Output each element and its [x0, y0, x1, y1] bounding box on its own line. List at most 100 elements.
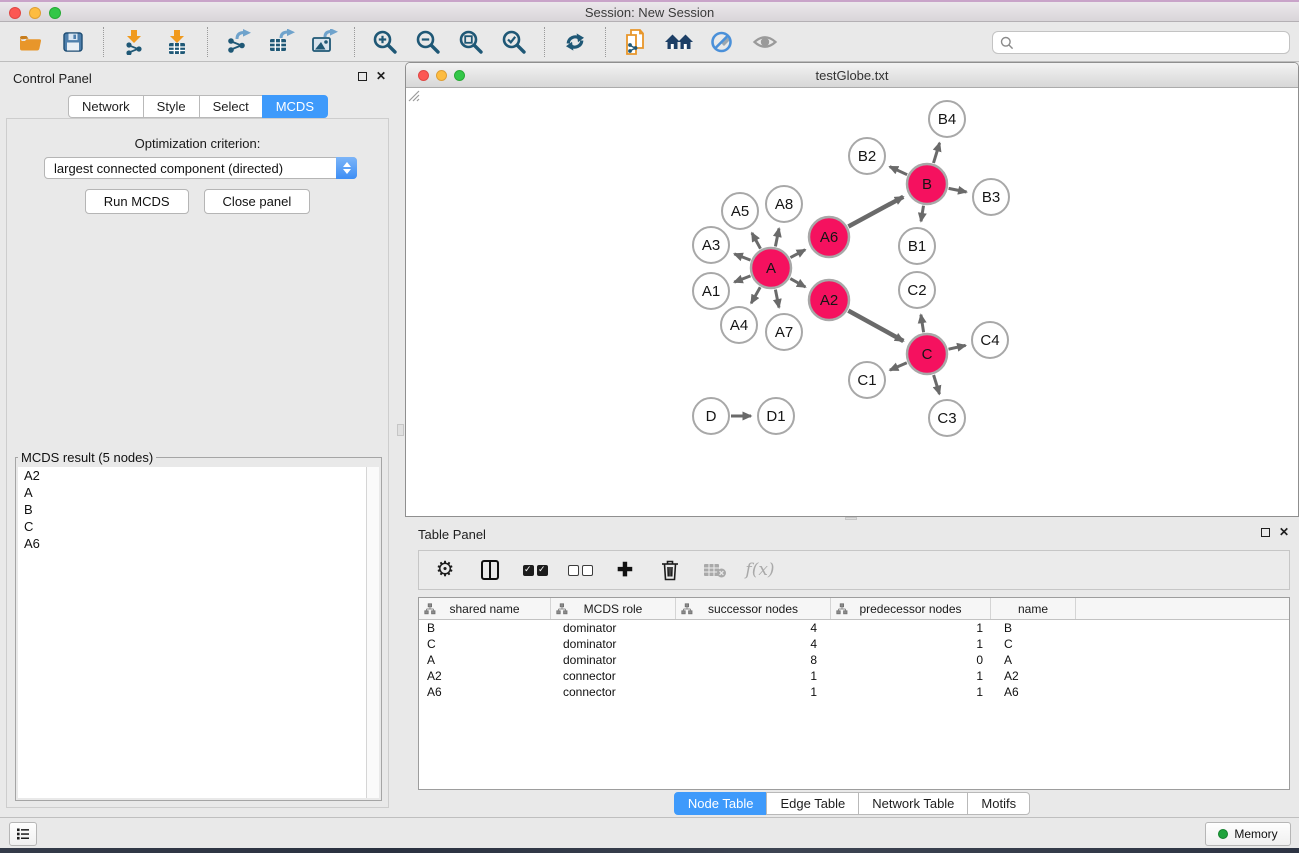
cell[interactable]: 1	[831, 620, 991, 636]
task-history-button[interactable]	[9, 822, 37, 846]
import-table-icon[interactable]	[159, 25, 195, 59]
search-input[interactable]	[1019, 34, 1289, 52]
cell[interactable]: B	[419, 620, 551, 636]
graph-node-A4[interactable]: A4	[721, 307, 757, 343]
tab-network-table[interactable]: Network Table	[858, 792, 968, 815]
delete-column-icon[interactable]	[657, 556, 683, 584]
table-settings-icon[interactable]: ⚙	[432, 556, 458, 584]
graph-edge-A-A3[interactable]	[734, 254, 750, 260]
graph-edge-C-C2[interactable]	[921, 315, 924, 333]
show-hide-graphics-icon[interactable]	[747, 25, 783, 59]
cell[interactable]: A	[419, 652, 551, 668]
graph-node-C3[interactable]: C3	[929, 400, 965, 436]
show-columns-icon[interactable]	[477, 556, 503, 584]
result-item-a6[interactable]: A6	[18, 535, 366, 552]
column-header-MCDS-role[interactable]: MCDS role	[551, 598, 676, 619]
graph-node-C2[interactable]: C2	[899, 272, 935, 308]
graph-edge-A-A1[interactable]	[734, 276, 750, 282]
graph-edge-A-A5[interactable]	[752, 233, 761, 249]
graph-edge-B-B3[interactable]	[949, 188, 967, 192]
table-row-b[interactable]: Bdominator41B	[419, 620, 1289, 636]
graph-node-A1[interactable]: A1	[693, 273, 729, 309]
float-table-panel-icon[interactable]	[1261, 528, 1270, 537]
graph-node-B2[interactable]: B2	[849, 138, 885, 174]
cell[interactable]: C	[419, 636, 551, 652]
add-column-icon[interactable]: ✚	[612, 556, 638, 584]
hide-annotations-icon[interactable]	[704, 25, 740, 59]
zoom-fit-icon[interactable]	[453, 25, 489, 59]
graph-node-C4[interactable]: C4	[972, 322, 1008, 358]
export-network-icon[interactable]	[220, 25, 256, 59]
search-field[interactable]	[992, 31, 1290, 54]
table-row-a2[interactable]: A2connector11A2	[419, 668, 1289, 684]
graph-edge-A2-C[interactable]	[848, 311, 903, 341]
graph-node-D[interactable]: D	[693, 398, 729, 434]
graph-node-A5[interactable]: A5	[722, 193, 758, 229]
graph-node-C1[interactable]: C1	[849, 362, 885, 398]
graph-edge-A-A2[interactable]	[790, 279, 805, 287]
select-all-columns-icon[interactable]	[522, 556, 548, 584]
graph-edge-B-B2[interactable]	[890, 167, 907, 175]
cell[interactable]: 1	[676, 684, 831, 700]
graph-edge-A-A7[interactable]	[775, 290, 779, 308]
graph-edge-A-A6[interactable]	[790, 250, 805, 258]
graph-node-C[interactable]: C	[907, 334, 947, 374]
table-row-a[interactable]: Adominator80A	[419, 652, 1289, 668]
close-panel-button[interactable]: Close panel	[204, 189, 311, 214]
cell[interactable]: 4	[676, 636, 831, 652]
float-panel-icon[interactable]	[358, 72, 367, 81]
graph-node-A3[interactable]: A3	[693, 227, 729, 263]
memory-button[interactable]: Memory	[1205, 822, 1291, 846]
network-canvas[interactable]: B4B2BB3A8A5A6A3B1AA1C2A2A4A7C4CC1C3DD1	[406, 88, 1298, 516]
cell[interactable]: A2	[419, 668, 551, 684]
cell[interactable]: B	[991, 620, 1076, 636]
cell[interactable]: A6	[419, 684, 551, 700]
table-row-a6[interactable]: A6connector11A6	[419, 684, 1289, 700]
export-image-icon[interactable]	[306, 25, 342, 59]
graph-node-B1[interactable]: B1	[899, 228, 935, 264]
cell[interactable]: A2	[991, 668, 1076, 684]
graph-edge-C-C4[interactable]	[949, 345, 966, 349]
column-header-name[interactable]: name	[991, 598, 1076, 619]
graph-edge-B-B1[interactable]	[921, 206, 924, 222]
result-item-a2[interactable]: A2	[18, 467, 366, 484]
cell[interactable]: 1	[831, 636, 991, 652]
graph-node-A2[interactable]: A2	[809, 280, 849, 320]
unselect-all-columns-icon[interactable]	[567, 556, 593, 584]
cell[interactable]: dominator	[551, 620, 676, 636]
result-item-c[interactable]: C	[18, 518, 366, 535]
network-from-file-icon[interactable]	[618, 25, 654, 59]
tab-mcds[interactable]: MCDS	[262, 95, 328, 118]
tab-network[interactable]: Network	[68, 95, 144, 118]
result-item-a[interactable]: A	[18, 484, 366, 501]
graph-edge-A-A4[interactable]	[751, 287, 760, 303]
graph-node-B[interactable]: B	[907, 164, 947, 204]
cell[interactable]: 1	[676, 668, 831, 684]
tab-select[interactable]: Select	[199, 95, 263, 118]
cell[interactable]: 1	[831, 684, 991, 700]
run-mcds-button[interactable]: Run MCDS	[85, 189, 189, 214]
cell[interactable]: 0	[831, 652, 991, 668]
zoom-out-icon[interactable]	[410, 25, 446, 59]
cell[interactable]: dominator	[551, 652, 676, 668]
cell[interactable]: A6	[991, 684, 1076, 700]
graph-edge-A-A8[interactable]	[775, 229, 779, 247]
home-browser-icon[interactable]	[661, 25, 697, 59]
result-item-b[interactable]: B	[18, 501, 366, 518]
cell[interactable]: 8	[676, 652, 831, 668]
open-session-icon[interactable]	[12, 25, 48, 59]
export-table-icon[interactable]	[263, 25, 299, 59]
window-resize-grip[interactable]	[406, 88, 420, 102]
cell[interactable]: dominator	[551, 636, 676, 652]
graph-node-A8[interactable]: A8	[766, 186, 802, 222]
table-row-c[interactable]: Cdominator41C	[419, 636, 1289, 652]
column-header-predecessor-nodes[interactable]: predecessor nodes	[831, 598, 991, 619]
zoom-in-icon[interactable]	[367, 25, 403, 59]
cell[interactable]: connector	[551, 668, 676, 684]
cell[interactable]: C	[991, 636, 1076, 652]
graph-node-A6[interactable]: A6	[809, 217, 849, 257]
graph-edge-A6-B[interactable]	[848, 197, 903, 227]
cell[interactable]: 4	[676, 620, 831, 636]
graph-node-A7[interactable]: A7	[766, 314, 802, 350]
cell[interactable]: A	[991, 652, 1076, 668]
